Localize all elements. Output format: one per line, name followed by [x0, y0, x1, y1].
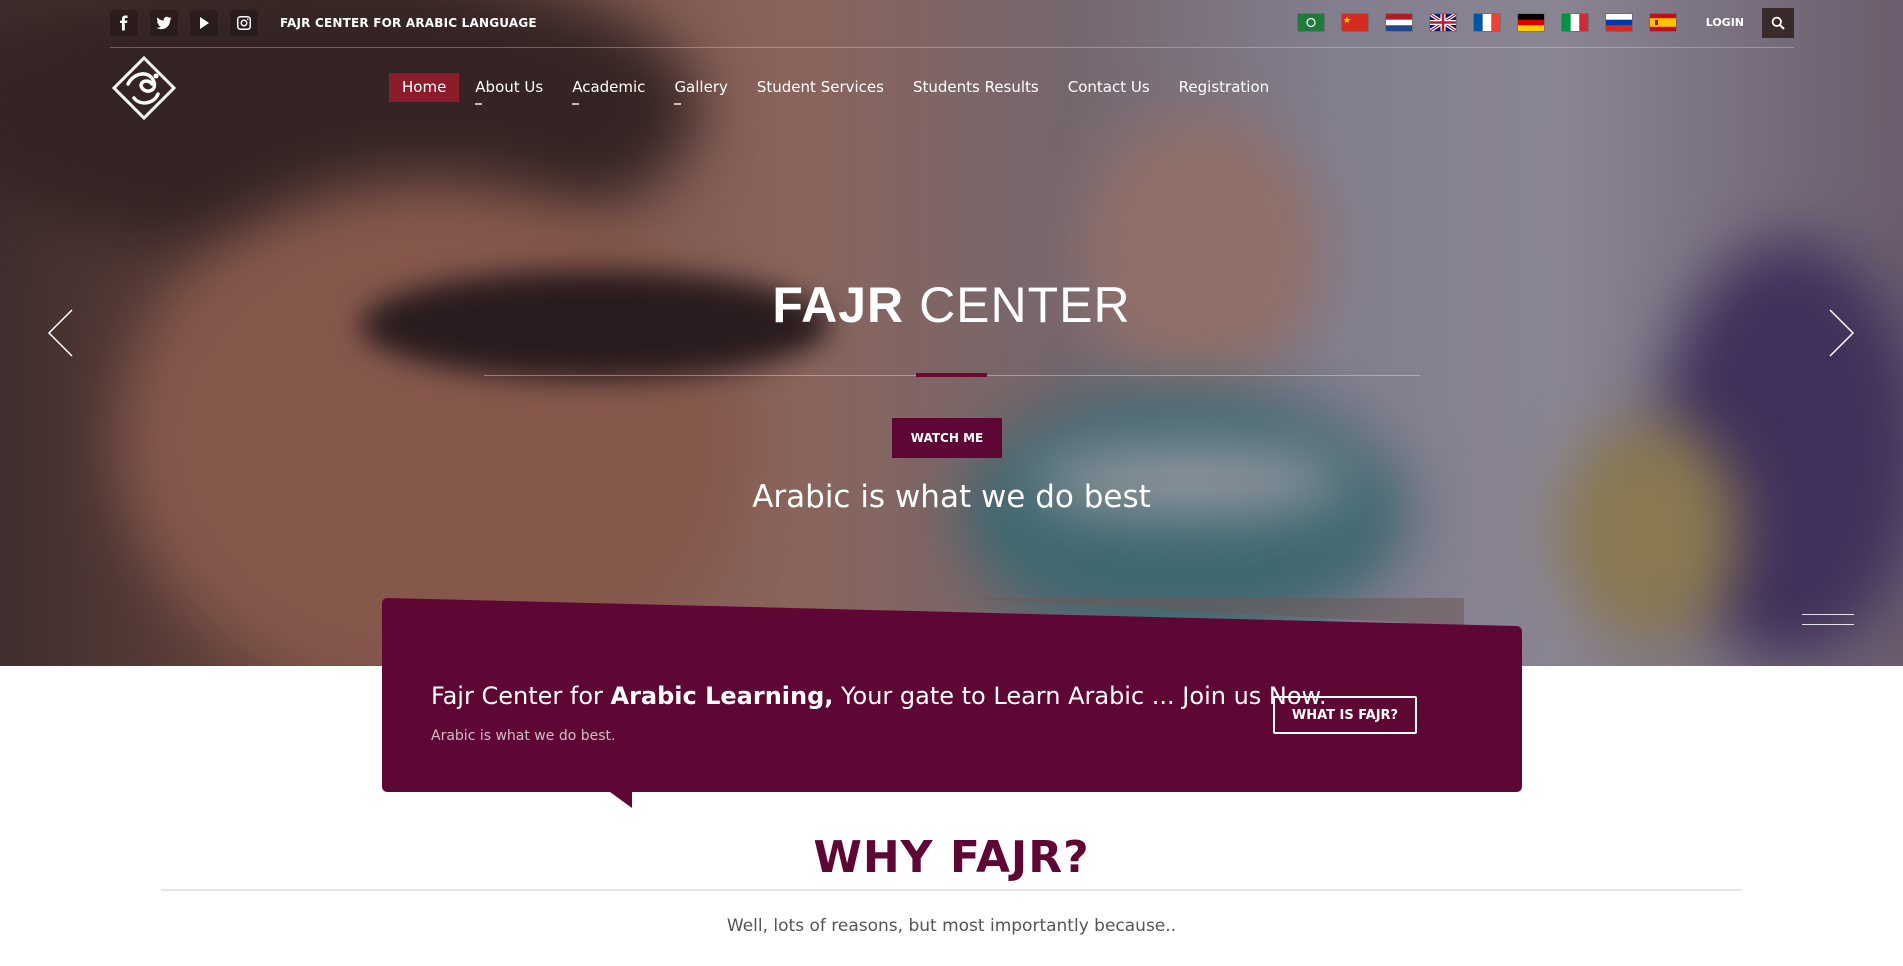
youtube-icon[interactable] — [190, 10, 218, 36]
nav-item-gallery[interactable]: Gallery — [661, 73, 740, 105]
what-is-fajr-button[interactable]: WHAT IS FAJR? — [1273, 696, 1417, 734]
why-divider — [161, 889, 1742, 891]
nav-item-about-us[interactable]: About Us — [462, 73, 556, 105]
flag-english-icon[interactable] — [1430, 14, 1456, 31]
social-links — [110, 10, 258, 36]
promo-headline: Fajr Center for Arabic Learning, Your ga… — [431, 682, 1327, 710]
page: FAJR CENTER FOR ARABIC LANGUAGE LOGIN Ho… — [0, 0, 1903, 966]
facebook-icon[interactable] — [110, 10, 138, 36]
nav-item-academic[interactable]: Academic — [559, 73, 658, 105]
promo-banner: Fajr Center for Arabic Learning, Your ga… — [382, 598, 1522, 808]
flag-russian-icon[interactable] — [1606, 14, 1632, 31]
search-button[interactable] — [1762, 8, 1794, 38]
language-flags — [1298, 14, 1676, 31]
flag-french-icon[interactable] — [1474, 14, 1500, 31]
site-tagline: FAJR CENTER FOR ARABIC LANGUAGE — [280, 16, 537, 30]
nav-item-registration[interactable]: Registration — [1166, 73, 1282, 102]
nav-item-students-results[interactable]: Students Results — [900, 73, 1052, 102]
hero-title: FAJR CENTER — [772, 277, 1131, 333]
hero-subtitle: Arabic is what we do best — [752, 479, 1151, 515]
why-fajr-title: WHY FAJR? — [813, 832, 1090, 883]
login-link[interactable]: LOGIN — [1706, 16, 1744, 29]
instagram-icon[interactable] — [230, 10, 258, 36]
nav-item-contact-us[interactable]: Contact Us — [1055, 73, 1163, 102]
site-logo[interactable] — [110, 54, 178, 122]
promo-subtext: Arabic is what we do best. — [431, 728, 616, 744]
why-fajr-subtitle: Well, lots of reasons, but most importan… — [726, 916, 1177, 936]
flag-spanish-icon[interactable] — [1650, 14, 1676, 31]
flag-dutch-icon[interactable] — [1386, 14, 1412, 31]
hero-accent-bar — [916, 373, 987, 377]
slider-menu-icon[interactable] — [1802, 614, 1854, 630]
twitter-icon[interactable] — [150, 10, 178, 36]
nav-item-student-services[interactable]: Student Services — [744, 73, 897, 102]
flag-arabic-icon[interactable] — [1298, 14, 1324, 31]
nav-item-home[interactable]: Home — [389, 73, 460, 102]
flag-german-icon[interactable] — [1518, 14, 1544, 31]
top-bar: FAJR CENTER FOR ARABIC LANGUAGE LOGIN — [110, 0, 1794, 48]
search-icon — [1771, 16, 1785, 30]
main-nav: Home About Us Academic Gallery Student S… — [389, 73, 1285, 105]
watch-me-button[interactable]: WATCH ME — [892, 418, 1002, 458]
flag-chinese-icon[interactable] — [1342, 14, 1368, 31]
flag-italian-icon[interactable] — [1562, 14, 1588, 31]
